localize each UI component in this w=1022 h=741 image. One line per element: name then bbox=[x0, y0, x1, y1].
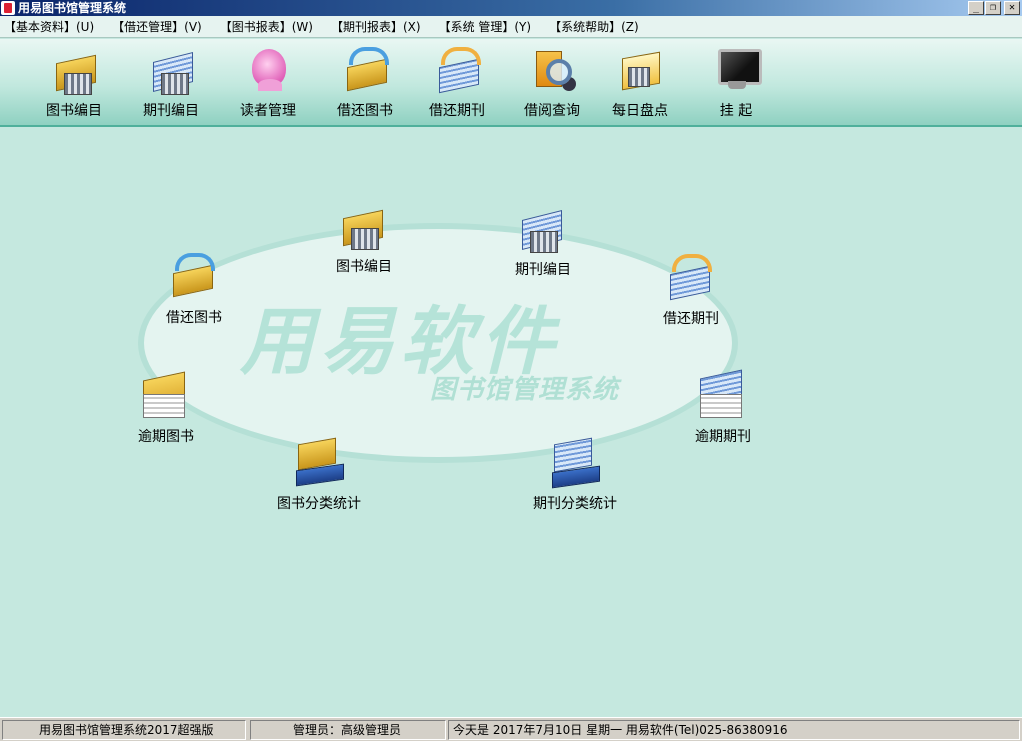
monitor-icon bbox=[712, 45, 762, 93]
toolbar: 图书编目 期刊编目 读者管理 借还图书 借还期刊 借阅查询 每日盘点 挂 起 bbox=[0, 39, 1022, 127]
book-stats-icon bbox=[292, 437, 346, 491]
search-icon bbox=[528, 45, 576, 93]
watermark-subtitle: 图书馆管理系统 bbox=[430, 375, 620, 405]
status-product: 用易图书馆管理系统2017超强版 bbox=[2, 720, 246, 740]
status-user: 管理员：高级管理员 bbox=[250, 720, 446, 740]
toolbar-daily-inventory-button[interactable]: 每日盘点 bbox=[598, 43, 682, 123]
periodical-stats-icon bbox=[548, 437, 602, 491]
inventory-icon bbox=[616, 45, 664, 93]
toolbar-borrow-query-button[interactable]: 借阅查询 bbox=[510, 43, 594, 123]
toolbar-label: 借阅查询 bbox=[524, 103, 580, 119]
toolbar-label: 借还图书 bbox=[337, 103, 393, 119]
book-return-icon bbox=[167, 251, 221, 305]
window-controls: _ ❐ ✕ bbox=[967, 1, 1020, 15]
restore-button[interactable]: ❐ bbox=[985, 1, 1001, 15]
toolbar-reader-management-button[interactable]: 读者管理 bbox=[226, 43, 310, 123]
toolbar-label: 图书编目 bbox=[46, 103, 102, 119]
menu-system-help[interactable]: 【系统帮助】(Z) bbox=[549, 18, 639, 35]
shortcut-book-return[interactable]: 借还图书 bbox=[134, 251, 254, 327]
shortcut-periodical-category-stats[interactable]: 期刊分类统计 bbox=[515, 437, 635, 513]
toolbar-label: 每日盘点 bbox=[612, 103, 668, 119]
periodical-return-icon bbox=[433, 45, 481, 93]
shortcut-book-catalog[interactable]: 图书编目 bbox=[304, 200, 424, 276]
menu-periodical-reports[interactable]: 【期刊报表】(X) bbox=[331, 18, 421, 35]
book-catalog-icon bbox=[337, 200, 391, 254]
toolbar-book-catalog-button[interactable]: 图书编目 bbox=[32, 43, 116, 123]
main-panel: 用易软件 图书馆管理系统 图书编目 期刊编目 借还图书 借还期刊 逾期图书 逾期… bbox=[0, 127, 1022, 717]
toolbar-label: 期刊编目 bbox=[143, 103, 199, 119]
toolbar-periodical-return-button[interactable]: 借还期刊 bbox=[415, 43, 499, 123]
shortcut-label: 借还期刊 bbox=[663, 311, 719, 327]
toolbar-periodical-catalog-button[interactable]: 期刊编目 bbox=[129, 43, 213, 123]
toolbar-suspend-button[interactable]: 挂 起 bbox=[694, 43, 778, 123]
window-title: 用易图书馆管理系统 bbox=[18, 1, 127, 15]
periodical-catalog-icon bbox=[147, 45, 195, 95]
reader-icon bbox=[244, 45, 292, 93]
shortcut-overdue-books[interactable]: 逾期图书 bbox=[106, 370, 226, 446]
shortcut-label: 期刊编目 bbox=[515, 262, 571, 278]
toolbar-label: 读者管理 bbox=[240, 103, 296, 119]
shortcut-periodical-return[interactable]: 借还期刊 bbox=[631, 252, 751, 328]
menu-bar: 【基本资料】(U) 【借还管理】(V) 【图书报表】(W) 【期刊报表】(X) … bbox=[0, 16, 1022, 38]
shortcut-label: 图书编目 bbox=[336, 259, 392, 275]
status-info: 今天是 2017年7月10日 星期一 用易软件(Tel)025-86380916 bbox=[448, 720, 1020, 740]
toolbar-label: 挂 起 bbox=[719, 103, 753, 119]
shortcut-periodical-catalog[interactable]: 期刊编目 bbox=[483, 203, 603, 279]
shortcut-label: 逾期图书 bbox=[138, 429, 194, 445]
periodical-catalog-icon bbox=[516, 203, 570, 257]
book-catalog-icon bbox=[50, 45, 98, 95]
book-return-icon bbox=[341, 45, 389, 93]
periodical-return-icon bbox=[664, 252, 718, 306]
overdue-book-icon bbox=[139, 370, 193, 424]
close-button[interactable]: ✕ bbox=[1004, 1, 1020, 15]
overdue-periodical-icon bbox=[696, 370, 750, 424]
shortcut-label: 期刊分类统计 bbox=[533, 496, 617, 512]
minimize-button[interactable]: _ bbox=[968, 1, 984, 15]
toolbar-label: 借还期刊 bbox=[429, 103, 485, 119]
menu-system-admin[interactable]: 【系统 管理】(Y) bbox=[439, 18, 532, 35]
status-bar: 用易图书馆管理系统2017超强版 管理员：高级管理员 今天是 2017年7月10… bbox=[0, 717, 1022, 741]
app-icon[interactable] bbox=[1, 1, 15, 15]
shortcut-label: 借还图书 bbox=[166, 310, 222, 326]
shortcut-label: 逾期期刊 bbox=[695, 429, 751, 445]
shortcut-overdue-periodicals[interactable]: 逾期期刊 bbox=[663, 370, 783, 446]
toolbar-book-return-button[interactable]: 借还图书 bbox=[323, 43, 407, 123]
shortcut-label: 图书分类统计 bbox=[277, 496, 361, 512]
title-bar: 用易图书馆管理系统 _ ❐ ✕ bbox=[0, 0, 1022, 16]
menu-basic-data[interactable]: 【基本资料】(U) bbox=[4, 18, 94, 35]
shortcut-book-category-stats[interactable]: 图书分类统计 bbox=[259, 437, 379, 513]
menu-borrow-return[interactable]: 【借还管理】(V) bbox=[112, 18, 202, 35]
menu-book-reports[interactable]: 【图书报表】(W) bbox=[220, 18, 313, 35]
